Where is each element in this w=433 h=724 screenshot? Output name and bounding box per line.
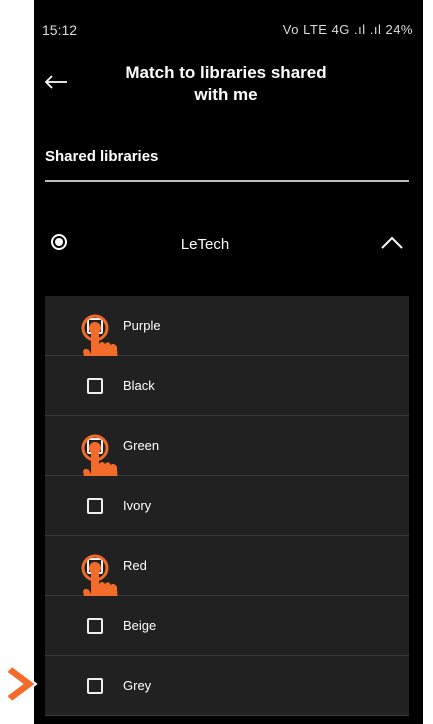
list-item-label: Beige xyxy=(123,618,157,633)
list-item[interactable]: Red xyxy=(45,536,409,618)
list-item[interactable]: Grey xyxy=(45,656,409,716)
page-title: Match to libraries shared with me xyxy=(94,62,358,106)
checkbox[interactable] xyxy=(87,558,103,574)
checkbox[interactable] xyxy=(87,498,103,514)
page-title-line2: with me xyxy=(194,85,258,104)
checkbox[interactable] xyxy=(87,618,103,634)
list-item[interactable]: Ivory xyxy=(45,476,409,536)
radio-dot xyxy=(55,238,63,246)
checkbox[interactable] xyxy=(87,378,103,394)
pointer-arrow-icon xyxy=(6,664,38,704)
back-button[interactable] xyxy=(40,66,72,98)
list-item[interactable]: Black xyxy=(45,356,409,416)
list-item-label: Grey xyxy=(123,678,152,693)
arrow-left-icon xyxy=(44,75,67,89)
list-item-label: Green xyxy=(123,438,160,453)
list-item-label: Black xyxy=(123,378,155,393)
page-title-line1: Match to libraries shared xyxy=(125,63,327,82)
list-item-label: Ivory xyxy=(123,498,152,513)
list-item-label: Purple xyxy=(123,318,161,333)
section-divider xyxy=(45,180,409,182)
list-item[interactable]: Green xyxy=(45,416,409,498)
checkbox[interactable] xyxy=(87,318,103,334)
status-bar: 15:12 Vo LTE 4G .ıl .ıl 24% xyxy=(34,0,423,56)
checkbox[interactable] xyxy=(87,438,103,454)
list-item[interactable]: Beige xyxy=(45,596,409,656)
list-item[interactable]: Purple xyxy=(45,296,409,378)
status-indicators: Vo LTE 4G .ıl .ıl 24% xyxy=(282,22,413,37)
library-name[interactable]: LeTech xyxy=(94,236,316,253)
library-radio[interactable] xyxy=(51,234,67,250)
phone-screen: 15:12 Vo LTE 4G .ıl .ıl 24% Match to lib… xyxy=(34,0,423,724)
list-item-label: Red xyxy=(123,558,147,573)
chevron-up-icon[interactable] xyxy=(380,234,404,250)
checkbox[interactable] xyxy=(87,678,103,694)
status-time: 15:12 xyxy=(42,22,78,38)
library-folder-list: Purple Black Green Ivory Red Beige Grey xyxy=(45,296,409,716)
section-label: Shared libraries xyxy=(45,148,159,165)
